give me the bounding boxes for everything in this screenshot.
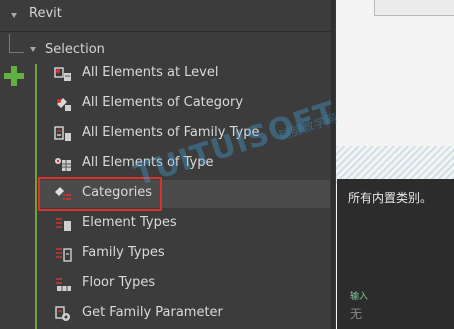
library-header-revit[interactable]: Revit	[0, 0, 335, 32]
element-types-icon	[56, 218, 71, 231]
floor-types-icon	[56, 278, 71, 291]
tooltip-input-value: 无	[350, 307, 363, 321]
library-item-family-types[interactable]: Family Types	[40, 240, 330, 268]
tooltip-description: 所有内置类别。	[348, 191, 433, 205]
group-label: Selection	[45, 42, 105, 57]
item-label: Get Family Parameter	[82, 305, 223, 320]
library-scrollbar[interactable]	[331, 0, 335, 329]
tree-connector	[9, 34, 24, 53]
item-label: All Elements of Type	[82, 155, 214, 170]
library-item-categories[interactable]: Categories	[40, 180, 330, 208]
add-node-button[interactable]	[4, 66, 24, 86]
categories-icon	[55, 187, 71, 200]
category-elements-icon	[57, 98, 71, 111]
tooltip-input-label: 输入	[350, 292, 369, 302]
item-label: All Elements of Family Type	[82, 125, 260, 140]
library-item-all-elements-of-category[interactable]: All Elements of Category	[40, 90, 330, 118]
collapse-arrow-icon[interactable]	[11, 13, 17, 18]
library-item-get-family-parameter[interactable]: Get Family Parameter	[40, 300, 330, 328]
item-label: Floor Types	[82, 275, 156, 290]
item-label: All Elements of Category	[82, 95, 244, 110]
library-item-floor-types[interactable]: Floor Types	[40, 270, 330, 298]
library-header-label: Revit	[29, 6, 62, 21]
item-label: Element Types	[82, 215, 177, 230]
canvas-node[interactable]	[374, 0, 454, 16]
library-item-all-elements-of-family-type[interactable]: All Elements of Family Type	[40, 120, 330, 148]
type-elements-icon	[55, 158, 71, 171]
item-label: All Elements at Level	[82, 65, 219, 80]
library-item-all-elements-of-type[interactable]: All Elements of Type	[40, 150, 330, 178]
level-elements-icon	[54, 67, 71, 81]
library-item-all-elements-at-level[interactable]: All Elements at Level	[40, 60, 330, 88]
family-types-icon	[56, 248, 72, 262]
library-item-element-types[interactable]: Element Types	[40, 210, 330, 238]
node-tooltip: 所有内置类别。 输入 无	[337, 179, 454, 329]
group-indicator-rail	[35, 64, 37, 329]
item-label: Family Types	[82, 245, 165, 260]
item-label: Categories	[82, 185, 153, 200]
node-library-panel: Revit Selection All Elements at Level Al…	[0, 0, 335, 329]
expand-arrow-icon[interactable]	[30, 47, 36, 52]
family-type-elements-icon	[54, 126, 71, 141]
get-family-parameter-icon	[55, 306, 70, 321]
